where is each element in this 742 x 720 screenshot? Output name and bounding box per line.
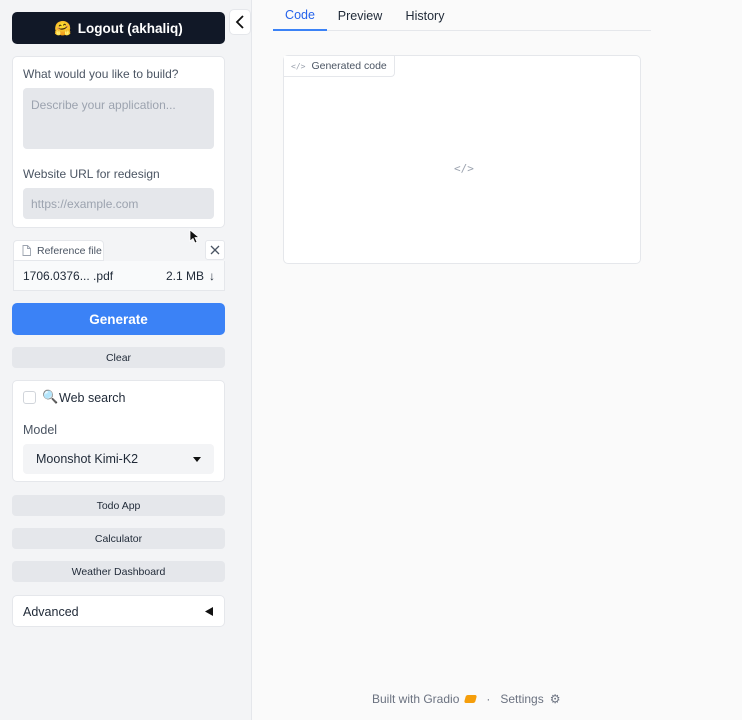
options-panel: 🔍 Web search Model Moonshot Kimi-K2 <box>12 380 225 482</box>
sidebar: 🤗 Logout (akhaliq) What would you like t… <box>0 0 252 720</box>
close-icon <box>210 245 220 255</box>
built-with-gradio-link[interactable]: Built with Gradio <box>372 692 459 706</box>
clear-button[interactable]: Clear <box>12 347 225 368</box>
collapse-sidebar-button[interactable] <box>229 9 251 35</box>
footer: Built with Gradio · Settings ⚙ <box>372 692 561 706</box>
url-input[interactable]: https://example.com <box>23 188 214 219</box>
uploaded-file-row[interactable]: 1706.0376... .pdf 2.1 MB ↓ <box>13 261 225 291</box>
prompt-panel: What would you like to build? Describe y… <box>12 56 225 228</box>
footer-separator: · <box>486 692 491 706</box>
reference-file-chip: Reference file <box>13 240 104 261</box>
main-tabs: Code Preview History <box>273 0 651 31</box>
model-select-value: Moonshot Kimi-K2 <box>36 452 139 466</box>
logout-label: Logout (akhaliq) <box>77 20 183 36</box>
remove-file-button[interactable] <box>205 240 225 260</box>
chevron-left-icon <box>235 15 244 29</box>
settings-link[interactable]: Settings <box>500 692 543 706</box>
web-search-checkbox[interactable] <box>23 391 36 404</box>
mouse-cursor-icon <box>189 229 200 244</box>
advanced-label: Advanced <box>23 605 79 619</box>
generated-code-label: Generated code <box>311 60 387 72</box>
example-button-todo-app[interactable]: Todo App <box>12 495 225 516</box>
example-button-calculator[interactable]: Calculator <box>12 528 225 549</box>
generated-code-box: </> Generated code </> <box>283 55 641 264</box>
web-search-label: Web search <box>59 391 126 405</box>
tab-code[interactable]: Code <box>273 0 327 31</box>
code-small-icon: </> <box>291 61 306 71</box>
prompt-label: What would you like to build? <box>23 67 179 81</box>
example-button-weather-dashboard[interactable]: Weather Dashboard <box>12 561 225 582</box>
reference-file-label: Reference file <box>37 244 102 257</box>
model-label: Model <box>23 423 58 437</box>
hugging-face-icon: 🤗 <box>54 19 72 36</box>
generate-button[interactable]: Generate <box>12 303 225 335</box>
caret-left-icon <box>205 607 213 616</box>
download-icon[interactable]: ↓ <box>209 269 215 283</box>
file-size: 2.1 MB <box>165 268 204 283</box>
file-icon <box>22 245 31 256</box>
search-icon: 🔍 <box>42 389 59 404</box>
gradio-logo-icon <box>464 695 478 703</box>
prompt-input[interactable]: Describe your application... <box>23 88 214 149</box>
code-placeholder-icon: </> <box>454 162 474 175</box>
url-label: Website URL for redesign <box>23 167 160 181</box>
model-select[interactable]: Moonshot Kimi-K2 <box>23 444 214 474</box>
logout-button[interactable]: 🤗 Logout (akhaliq) <box>12 12 225 44</box>
tab-preview[interactable]: Preview <box>335 0 385 31</box>
advanced-accordion[interactable]: Advanced <box>12 595 225 627</box>
generated-code-chip: </> Generated code <box>284 56 395 77</box>
gear-icon: ⚙ <box>549 692 561 706</box>
tab-history[interactable]: History <box>401 0 449 31</box>
caret-down-icon <box>193 457 201 462</box>
file-name: 1706.0376... .pdf <box>23 268 114 283</box>
